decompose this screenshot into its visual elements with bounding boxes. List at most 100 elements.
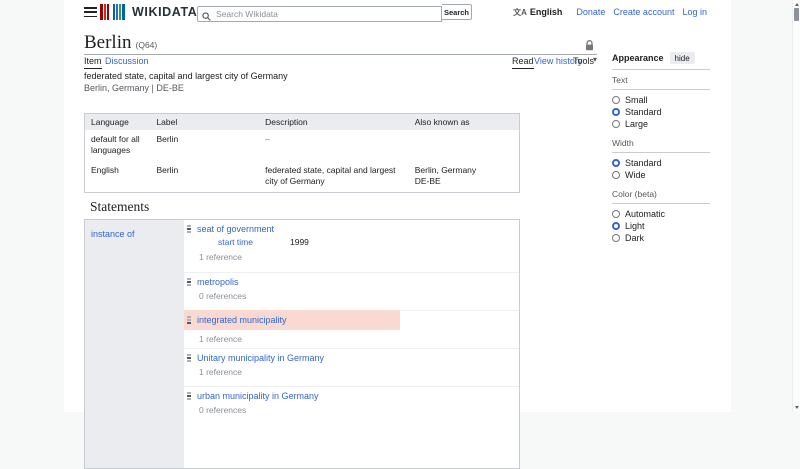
references-toggle[interactable]: 0 references bbox=[199, 405, 246, 415]
terms-header-language: Language bbox=[84, 113, 151, 130]
search-icon bbox=[202, 8, 211, 26]
title-row: Berlin (Q64) bbox=[84, 32, 157, 54]
radio-width-wide[interactable]: Wide bbox=[612, 169, 710, 181]
vertical-scrollbar[interactable] bbox=[792, 0, 800, 412]
statement-row: metropolis 0 references bbox=[184, 273, 519, 311]
radio-checked-icon[interactable] bbox=[612, 222, 620, 230]
language-icon: 文A bbox=[513, 7, 527, 17]
radio-text-standard[interactable]: Standard bbox=[612, 106, 710, 118]
tab-tools[interactable]: Tools bbox=[573, 56, 594, 66]
statements-group: instance of seat of government start tim… bbox=[84, 219, 520, 469]
qualifier-row: start time 1999 bbox=[218, 237, 309, 247]
radio-color-automatic[interactable]: Automatic bbox=[612, 208, 710, 220]
radio-text-small[interactable]: Small bbox=[612, 94, 710, 106]
radio-color-light[interactable]: Light bbox=[612, 220, 710, 232]
page-tabs: Item Discussion Read View history Tools … bbox=[84, 55, 597, 69]
terms-header-also-known-as: Also known as bbox=[408, 113, 520, 130]
wikidata-logo-text: WIKIDATA bbox=[132, 5, 198, 19]
claims-column: seat of government start time 1999 1 refe… bbox=[184, 220, 519, 468]
color-options: Automatic Light Dark bbox=[612, 204, 710, 247]
references-toggle[interactable]: 1 reference bbox=[199, 334, 242, 344]
donate-link[interactable]: Donate bbox=[576, 7, 605, 17]
statement-value-link[interactable]: urban municipality in Germany bbox=[197, 391, 319, 401]
tab-item[interactable]: Item bbox=[84, 56, 102, 69]
property-column: instance of bbox=[85, 220, 184, 468]
terms-language-cell: default for all languages bbox=[91, 134, 140, 156]
create-account-link[interactable]: Create account bbox=[613, 7, 674, 17]
radio-icon[interactable] bbox=[612, 120, 620, 128]
statement-row: seat of government start time 1999 1 refe… bbox=[184, 220, 519, 273]
appearance-header: Appearance hide bbox=[612, 52, 710, 70]
language-selector[interactable]: 文A English bbox=[513, 7, 562, 18]
terms-header-description: Description bbox=[259, 113, 409, 130]
appearance-sidebar: Appearance hide Text Small Standard Larg… bbox=[612, 52, 710, 247]
references-toggle[interactable]: 0 references bbox=[199, 291, 246, 301]
scrollbar-thumb[interactable] bbox=[794, 8, 799, 21]
radio-icon[interactable] bbox=[612, 210, 620, 218]
radio-icon[interactable] bbox=[612, 96, 620, 104]
rank-selector-icon[interactable] bbox=[187, 316, 191, 325]
statement-value-link[interactable]: integrated municipality bbox=[197, 315, 287, 325]
terms-label-cell: Berlin bbox=[156, 134, 179, 144]
qualifier-value: 1999 bbox=[290, 237, 309, 247]
statement-value-link[interactable]: Unitary municipality in Germany bbox=[197, 353, 324, 363]
radio-checked-icon[interactable] bbox=[612, 108, 620, 116]
header-user-links: 文A English Donate Create account Log in bbox=[513, 6, 707, 18]
width-options: Standard Wide bbox=[612, 153, 710, 184]
wikidata-logo[interactable]: WIKIDATA bbox=[100, 4, 197, 20]
statement-row-highlighted: integrated municipality 1 reference bbox=[184, 310, 519, 349]
appearance-title: Appearance bbox=[612, 53, 664, 63]
rank-selector-icon[interactable] bbox=[187, 392, 191, 401]
radio-text-large[interactable]: Large bbox=[612, 118, 710, 130]
statement-value-link[interactable]: seat of government bbox=[197, 224, 274, 234]
table-row: default for all languages Berlin – bbox=[85, 130, 520, 161]
terms-header-label: Label bbox=[150, 113, 260, 130]
page-container: WIKIDATA Search 文A English Donate Create… bbox=[64, 0, 731, 469]
statement-value-link[interactable]: metropolis bbox=[197, 277, 239, 287]
entity-qid: (Q64) bbox=[135, 40, 158, 50]
search-box: Search bbox=[197, 4, 472, 22]
scrollbar-up-arrow-icon[interactable] bbox=[794, 3, 799, 6]
text-size-options: Small Standard Large bbox=[612, 90, 710, 133]
tab-discussion[interactable]: Discussion bbox=[105, 56, 149, 66]
color-section-label: Color (beta) bbox=[612, 184, 710, 204]
entity-description: federated state, capital and largest cit… bbox=[84, 71, 288, 81]
table-row: English Berlin federated state, capital … bbox=[85, 161, 520, 192]
terms-label-cell: Berlin bbox=[156, 164, 179, 175]
main-menu-icon[interactable] bbox=[84, 7, 97, 17]
radio-checked-icon[interactable] bbox=[612, 159, 620, 167]
search-input[interactable] bbox=[197, 6, 442, 22]
radio-icon[interactable] bbox=[612, 234, 620, 242]
page-title: Berlin bbox=[84, 32, 132, 53]
scrollbar-down-arrow-icon[interactable] bbox=[794, 406, 799, 409]
radio-icon[interactable] bbox=[612, 171, 620, 179]
appearance-hide-button[interactable]: hide bbox=[669, 52, 695, 64]
login-link[interactable]: Log in bbox=[682, 7, 707, 17]
title-divider bbox=[84, 54, 597, 55]
terms-aka-cell: Berlin, Germany DE-BE bbox=[414, 164, 477, 187]
references-toggle[interactable]: 1 reference bbox=[199, 367, 242, 377]
radio-color-dark[interactable]: Dark bbox=[612, 232, 710, 244]
terms-table-header-row: Language Label Description Also known as bbox=[84, 113, 520, 130]
qualifier-property-link[interactable]: start time bbox=[218, 237, 290, 247]
rank-selector-icon[interactable] bbox=[187, 278, 191, 287]
tab-read[interactable]: Read bbox=[512, 56, 534, 69]
rank-selector-icon[interactable] bbox=[187, 225, 191, 234]
terms-aka-cell bbox=[409, 130, 520, 161]
statement-row: urban municipality in Germany 0 referenc… bbox=[184, 387, 519, 468]
chevron-down-icon[interactable]: ▾ bbox=[593, 55, 597, 64]
rank-selector-icon[interactable] bbox=[187, 354, 191, 363]
width-section-label: Width bbox=[612, 133, 710, 153]
entity-aliases: Berlin, Germany | DE-BE bbox=[84, 83, 184, 93]
statements-heading: Statements bbox=[90, 199, 150, 214]
terms-description-cell: federated state, capital and largest cit… bbox=[265, 164, 396, 187]
terms-description-cell: – bbox=[265, 134, 270, 144]
search-button[interactable]: Search bbox=[442, 4, 472, 20]
language-label: English bbox=[529, 7, 563, 17]
terms-language-cell: English bbox=[91, 164, 119, 175]
property-link-instance-of[interactable]: instance of bbox=[91, 229, 135, 239]
references-toggle[interactable]: 1 reference bbox=[199, 252, 242, 262]
statement-row: Unitary municipality in Germany 1 refere… bbox=[184, 349, 519, 387]
radio-width-standard[interactable]: Standard bbox=[612, 157, 710, 169]
wikidata-logo-barcode-icon bbox=[100, 4, 126, 20]
